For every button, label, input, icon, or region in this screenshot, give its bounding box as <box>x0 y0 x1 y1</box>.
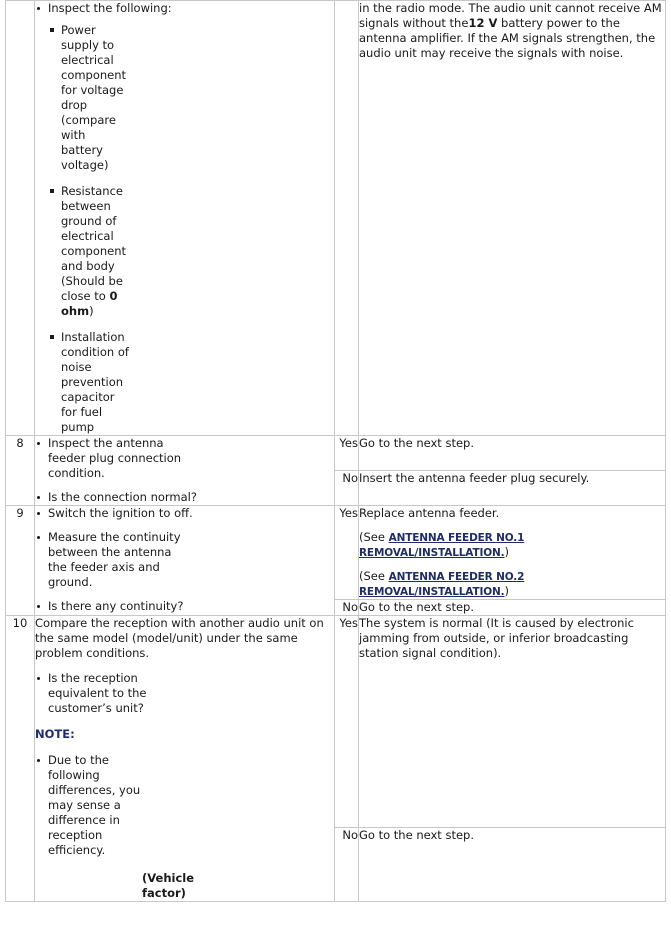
document-page: Inspect the following: Power supply to e… <box>0 0 671 925</box>
cross-reference-1: (See ANTENNA FEEDER NO.1 REMOVAL/INSTALL… <box>359 530 665 560</box>
cross-reference-2: (See ANTENNA FEEDER NO.2 REMOVAL/INSTALL… <box>359 569 665 599</box>
xref-prefix: (See <box>359 569 389 583</box>
result-no-step-10: No <box>334 827 359 902</box>
bullet-text: Resistance between ground of electrical … <box>61 184 127 303</box>
result-no-step-9: No <box>334 599 359 616</box>
bullet-list-primary: Inspect the following: Power supply to e… <box>35 1 334 435</box>
list-item: Installation condition of noise preventi… <box>48 330 129 435</box>
table-row-continuation: Inspect the following: Power supply to e… <box>5 0 666 436</box>
list-item: Is the connection normal? <box>35 490 334 505</box>
bullet-text: Inspect the antenna feeder plug connecti… <box>48 436 182 480</box>
list-item: Inspect the antenna feeder plug connecti… <box>35 436 193 481</box>
step-number-9: 9 <box>5 505 35 616</box>
bullet-text: Is the reception equivalent to the custo… <box>48 671 147 715</box>
note-label: NOTE: <box>35 727 75 741</box>
bullet-list-secondary: Power supply to electrical component for… <box>48 23 334 435</box>
result-cell-continuation <box>334 0 359 436</box>
bullet-text: Is the connection normal? <box>48 490 197 504</box>
step-number-10: 10 <box>5 615 35 902</box>
action-cell-step-9: Switch the ignition to off. Measure the … <box>34 505 335 616</box>
list-item: Switch the ignition to off. <box>35 506 334 521</box>
list-item: Is there any continuity? <box>35 599 334 614</box>
bullet-text: Power supply to electrical component for… <box>61 23 127 172</box>
action-no-step-8: Insert the antenna feeder plug securely. <box>358 470 666 506</box>
action-yes-step-9-text: Replace antenna feeder. <box>359 506 500 520</box>
result-yes-step-9: Yes <box>334 505 359 600</box>
action-cell-step-8: Inspect the antenna feeder plug connecti… <box>34 435 335 506</box>
list-item: Due to the following differences, you ma… <box>35 753 143 858</box>
action-cell-step-10: Compare the reception with another audio… <box>34 615 335 902</box>
step-number-8: 8 <box>5 435 35 506</box>
bullet-list-primary: Is the reception equivalent to the custo… <box>35 671 334 716</box>
result-yes-step-8: Yes <box>334 435 359 471</box>
xref-suffix: ) <box>504 545 509 559</box>
bullet-text: Is there any continuity? <box>48 599 184 613</box>
bullet-text: Inspect the following: <box>48 1 172 15</box>
bullet-list-primary: Switch the ignition to off. Measure the … <box>35 506 334 614</box>
table-row-step-10: 10 Compare the reception with another au… <box>5 614 666 902</box>
list-item: Is the reception equivalent to the custo… <box>35 671 193 716</box>
bullet-text: Measure the continuity between the anten… <box>48 530 181 589</box>
result-no-step-8: No <box>334 470 359 506</box>
action-result-cell-continuation: in the radio mode. The audio unit cannot… <box>358 0 666 436</box>
action-no-step-10: Go to the next step. <box>358 827 666 902</box>
action-lead-paragraph: Compare the reception with another audio… <box>35 616 324 660</box>
table-row-step-9: 9 Switch the ignition to off. Measure th… <box>5 505 666 616</box>
list-item: Power supply to electrical component for… <box>48 23 129 173</box>
bullet-text: Switch the ignition to off. <box>48 506 193 520</box>
bullet-list-primary: Inspect the antenna feeder plug connecti… <box>35 436 334 505</box>
action-yes-step-8: Go to the next step. <box>358 435 666 471</box>
list-item: Measure the continuity between the anten… <box>35 530 193 590</box>
resistance-spec-tail: ) <box>89 304 94 318</box>
action-yes-step-9: Replace antenna feeder. (See ANTENNA FEE… <box>358 505 666 600</box>
action-cell-continuation: Inspect the following: Power supply to e… <box>34 0 335 436</box>
step-number-cell-continuation <box>5 0 35 436</box>
table-row-step-8: 8 Inspect the antenna feeder plug connec… <box>5 435 666 506</box>
diagnostic-trouble-chart-table: Inspect the following: Power supply to e… <box>5 0 666 902</box>
note-subheading-vehicle-factor: (Vehicle factor) <box>142 871 195 900</box>
result-yes-step-10: Yes <box>334 614 359 829</box>
action-yes-step-10: The system is normal (It is caused by el… <box>358 614 666 829</box>
bullet-text: Installation condition of noise preventi… <box>61 330 129 434</box>
continuation-paragraph: in the radio mode. The audio unit cannot… <box>359 1 665 61</box>
voltage-spec-value: 12 V <box>468 16 498 30</box>
action-no-step-9: Go to the next step. <box>358 599 666 616</box>
xref-prefix: (See <box>359 530 389 544</box>
list-item: Inspect the following: Power supply to e… <box>35 1 334 435</box>
bullet-list-note: Due to the following differences, you ma… <box>35 753 334 858</box>
list-item: Resistance between ground of electrical … <box>48 184 129 319</box>
xref-suffix: ) <box>504 584 509 598</box>
bullet-text: Due to the following differences, you ma… <box>48 753 141 857</box>
